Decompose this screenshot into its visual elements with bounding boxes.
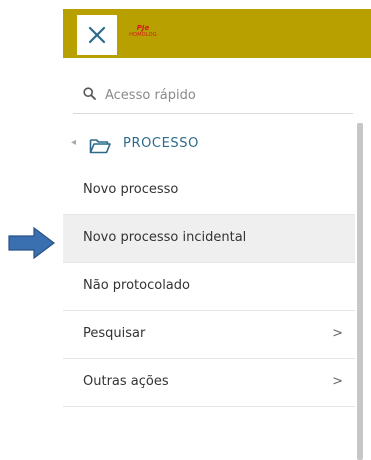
chevron-left-icon[interactable]: ◂ — [71, 137, 76, 148]
quick-access-search[interactable] — [73, 75, 353, 114]
close-button[interactable] — [77, 15, 117, 55]
menu-item-label: Novo processo — [83, 182, 179, 197]
menu-item-novo-processo[interactable]: Novo processo — [63, 167, 355, 215]
app-logo: PJe HOMOLOG — [123, 25, 163, 38]
scrollbar-thumb[interactable] — [357, 123, 363, 460]
menu-item-nao-protocolado[interactable]: Não protocolado — [63, 263, 355, 311]
menu-item-pesquisar[interactable]: Pesquisar > — [63, 311, 355, 359]
logo-text: PJe — [136, 24, 150, 32]
chevron-right-icon: > — [332, 326, 343, 341]
annotation-arrow-icon — [8, 226, 55, 260]
search-input[interactable] — [103, 83, 347, 107]
search-icon — [83, 87, 96, 100]
section-title: PROCESSO — [123, 136, 199, 151]
logo-subtext: HOMOLOG — [129, 32, 157, 38]
menu-item-outras-acoes[interactable]: Outras ações > — [63, 359, 355, 407]
menu-header: PJe HOMOLOG — [63, 9, 371, 58]
close-icon — [88, 26, 106, 44]
menu-item-label: Pesquisar — [83, 326, 146, 341]
menu-item-label: Novo processo incidental — [83, 230, 247, 245]
side-menu: PJe HOMOLOG ◂ PROCESSO Novo processo Nov… — [63, 9, 371, 460]
menu-item-label: Outras ações — [83, 374, 169, 389]
folder-open-icon — [89, 139, 111, 154]
chevron-right-icon: > — [332, 374, 343, 389]
section-header-processo[interactable]: ◂ PROCESSO — [63, 129, 355, 159]
menu-item-label: Não protocolado — [83, 278, 190, 293]
menu-item-novo-processo-incidental[interactable]: Novo processo incidental — [63, 215, 355, 263]
